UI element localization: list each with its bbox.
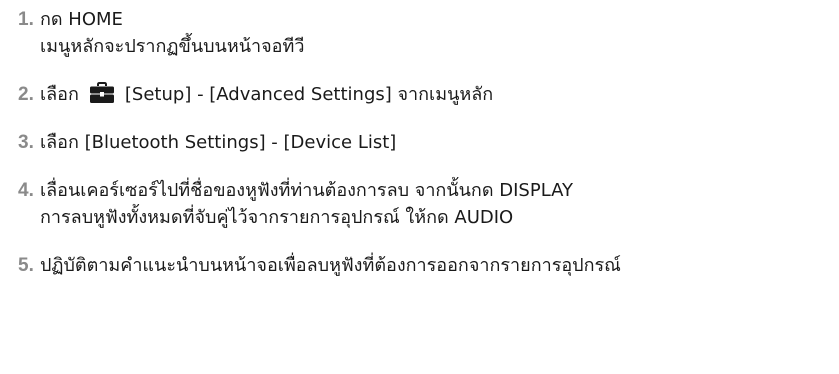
step-number: 1. [18,9,34,30]
step-3: 3. เลือก [Bluetooth Settings] - [Device … [18,129,833,156]
step-list: 1. กด HOME เมนูหลักจะปรากฏขึ้นบนหน้าจอที… [18,6,833,300]
step-1: 1. กด HOME เมนูหลักจะปรากฏขึ้นบนหน้าจอที… [18,6,833,60]
step-number: 2. [18,84,34,105]
step-number: 5. [18,255,34,276]
toolbox-icon [89,82,114,103]
step-number: 4. [18,180,34,201]
step-text: เมนูหลักจะปรากฏขึ้นบนหน้าจอทีวี [40,36,305,57]
step-text: เลื่อนเคอร์เซอร์ไปที่ชื่อของหูฟังที่ท่าน… [40,180,574,201]
step-text: กด HOME [40,9,123,30]
step-text-line: เลือก [Setup] - [Advanced Settings] จากเ… [40,81,833,108]
step-4: 4. เลื่อนเคอร์เซอร์ไปที่ชื่อของหูฟังที่ท… [18,177,833,231]
step-text: [Setup] - [Advanced Settings] จากเมนูหลั… [124,84,494,105]
step-text: เลือก [Bluetooth Settings] - [Device Lis… [40,132,397,153]
step-text: ปฏิบัติตามคำแนะนำบนหน้าจอเพื่อลบหูฟังที่… [40,255,621,276]
step-number: 3. [18,132,34,153]
step-2: 2. เลือก [Setup] - [Advanced Settings] จ… [18,81,833,108]
step-text: เลือก [40,84,79,105]
step-5: 5. ปฏิบัติตามคำแนะนำบนหน้าจอเพื่อลบหูฟัง… [18,252,833,279]
step-text: การลบหูฟังทั้งหมดที่จับคู่ไว้จากรายการอุ… [40,207,514,228]
